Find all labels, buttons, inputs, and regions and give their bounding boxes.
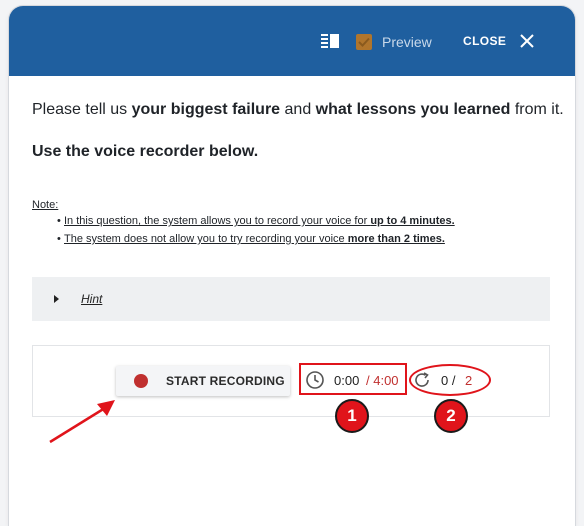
note-emphasis: up to 4 minutes. (370, 215, 455, 227)
caret-right-icon (54, 295, 59, 303)
dialog-header: Preview CLOSE (9, 6, 575, 76)
preview-label[interactable]: Preview (382, 34, 432, 50)
note-text: The system does not allow you to try rec… (64, 233, 348, 245)
checkmark-icon (358, 37, 370, 47)
annotation-badge-1: 1 (335, 399, 369, 433)
hint-toggle[interactable]: Hint (32, 277, 550, 321)
instruction-text: Use the voice recorder below. (32, 143, 259, 160)
close-button[interactable]: CLOSE (463, 34, 506, 48)
sidebar-toggle-icon[interactable] (321, 34, 339, 48)
timer-highlight (299, 363, 407, 395)
recording-dialog: Preview CLOSE Please tell us your bigges… (9, 6, 575, 526)
note-label: Note: (32, 199, 59, 211)
note-item: • In this question, the system allows you… (57, 215, 455, 227)
note-text: In this question, the system allows you … (64, 215, 371, 227)
question-part: and (280, 101, 316, 118)
question-part: from it. (510, 101, 564, 118)
question-emphasis: your biggest failure (131, 101, 281, 118)
hint-label[interactable]: Hint (81, 292, 102, 306)
question-emphasis: what lessons you learned (315, 101, 511, 118)
arrow-annotation-icon (49, 400, 115, 444)
question-text: Please tell us your biggest failure and … (32, 101, 564, 119)
start-recording-button[interactable]: START RECORDING (116, 366, 290, 396)
note-emphasis: more than 2 times. (347, 233, 445, 245)
preview-checkbox[interactable] (356, 34, 372, 50)
question-part: Please tell us (32, 101, 132, 118)
annotation-badge-2: 2 (434, 399, 468, 433)
close-icon[interactable] (519, 33, 535, 49)
bullet: • (57, 233, 61, 245)
record-dot-icon (134, 374, 148, 388)
bullet: • (57, 215, 61, 227)
attempts-highlight (409, 364, 491, 396)
note-item: • The system does not allow you to try re… (57, 233, 445, 245)
start-recording-label: START RECORDING (166, 374, 285, 388)
